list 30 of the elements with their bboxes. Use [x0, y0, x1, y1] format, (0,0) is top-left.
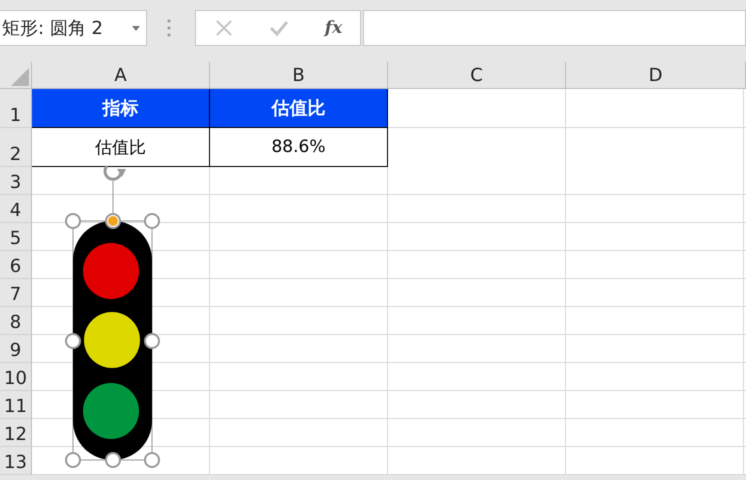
select-all-triangle-icon[interactable] — [11, 68, 29, 86]
row-header[interactable]: 12 — [0, 419, 32, 447]
table-cell: 88.6% — [210, 128, 388, 167]
table-cell: 估值比 — [32, 128, 210, 167]
row-header[interactable]: 5 — [0, 223, 32, 251]
row-header[interactable]: 1 — [0, 89, 32, 128]
row-header[interactable]: 8 — [0, 307, 32, 335]
header-cell: 指标 — [32, 89, 210, 128]
row-header[interactable]: 11 — [0, 391, 32, 419]
formula-input-field[interactable] — [363, 10, 746, 46]
row-header[interactable]: 7 — [0, 279, 32, 307]
row-header[interactable]: 3 — [0, 167, 32, 195]
column-header[interactable]: B — [210, 62, 388, 89]
column-header[interactable]: A — [32, 62, 210, 89]
header-cell: 估值比 — [210, 89, 388, 128]
grip-icon — [167, 19, 171, 37]
column-header[interactable]: D — [566, 62, 746, 89]
row-header[interactable]: 10 — [0, 363, 32, 391]
caret-icon[interactable] — [132, 26, 140, 30]
cancel-icon[interactable] — [214, 18, 234, 38]
column-header[interactable]: C — [388, 62, 566, 89]
checkmark-icon[interactable] — [269, 18, 290, 38]
row-header[interactable]: 4 — [0, 195, 32, 223]
name-box[interactable]: 矩形: 圆角 2 — [0, 10, 147, 46]
row-header[interactable]: 13 — [0, 447, 32, 475]
selected-traffic-light-drawing[interactable] — [65, 165, 160, 468]
row-header[interactable]: 6 — [0, 251, 32, 279]
row-header[interactable]: 2 — [0, 128, 32, 167]
insert-function-button[interactable]: fx — [324, 18, 342, 38]
row-header[interactable]: 9 — [0, 335, 32, 363]
